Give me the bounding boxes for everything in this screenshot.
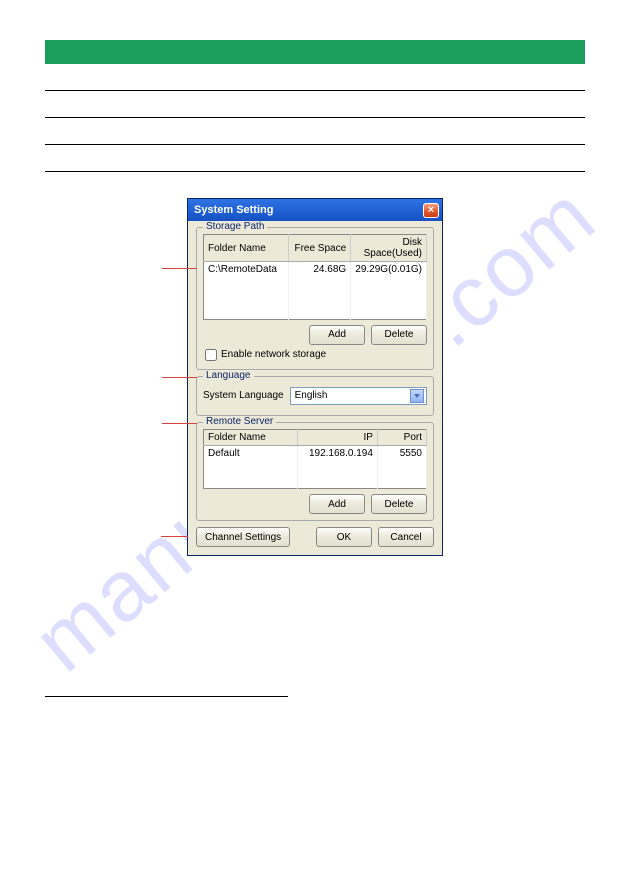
language-group: Language System Language English — [196, 376, 434, 416]
col-port: Port — [377, 429, 426, 445]
table-row[interactable]: Default 192.168.0.194 5550 — [204, 445, 427, 461]
header-green-bar — [45, 40, 585, 64]
divider — [45, 171, 585, 172]
remote-buttons: Add Delete — [203, 494, 427, 514]
cell-ip: 192.168.0.194 — [297, 445, 377, 461]
col-folder-name: Folder Name — [204, 235, 289, 262]
callout-line — [161, 536, 188, 537]
remote-server-legend: Remote Server — [203, 416, 276, 427]
table-row — [204, 461, 427, 475]
dialog-bottom-row: Channel Settings OK Cancel — [196, 527, 434, 547]
dialog-title: System Setting — [194, 204, 273, 216]
channel-settings-button[interactable]: Channel Settings — [196, 527, 290, 547]
cancel-button[interactable]: Cancel — [378, 527, 434, 547]
cell-free-space: 24.68G — [288, 262, 350, 278]
table-row[interactable]: C:\RemoteData 24.68G 29.29G(0.01G) — [204, 262, 427, 278]
language-row: System Language English — [203, 385, 427, 407]
screenshot-figure: System Setting × Storage Path Folder Nam… — [45, 198, 585, 556]
storage-path-group: Storage Path Folder Name Free Space Disk… — [196, 227, 434, 370]
remote-server-group: Remote Server Folder Name IP Port Defaul… — [196, 422, 434, 522]
table-row — [204, 291, 427, 305]
callout-line — [162, 377, 197, 378]
table-row — [204, 305, 427, 319]
callout-line — [162, 423, 197, 424]
ok-cancel-group: OK Cancel — [316, 527, 434, 547]
divider — [45, 144, 585, 145]
table-row — [204, 277, 427, 291]
enable-network-storage-checkbox[interactable] — [205, 349, 217, 361]
footer-rule — [45, 696, 288, 697]
col-disk-space: Disk Space(Used) — [351, 235, 427, 262]
close-icon[interactable]: × — [423, 203, 439, 218]
language-legend: Language — [203, 370, 254, 381]
enable-network-storage-label: Enable network storage — [221, 349, 326, 360]
dialog-body: Storage Path Folder Name Free Space Disk… — [188, 221, 442, 555]
delete-button[interactable]: Delete — [371, 325, 427, 345]
remote-server-table: Folder Name IP Port Default 192.168.0.19… — [203, 429, 427, 490]
system-setting-dialog: System Setting × Storage Path Folder Nam… — [187, 198, 443, 556]
divider — [45, 90, 585, 91]
enable-network-storage-row: Enable network storage — [205, 349, 427, 361]
cell-port: 5550 — [377, 445, 426, 461]
col-folder-name: Folder Name — [204, 429, 298, 445]
cell-folder-name: C:\RemoteData — [204, 262, 289, 278]
ok-button[interactable]: OK — [316, 527, 372, 547]
col-free-space: Free Space — [288, 235, 350, 262]
storage-table: Folder Name Free Space Disk Space(Used) … — [203, 234, 427, 320]
system-language-value: English — [295, 390, 328, 401]
table-row — [204, 475, 427, 489]
divider — [45, 117, 585, 118]
system-language-label: System Language — [203, 390, 284, 401]
chevron-down-icon — [410, 389, 424, 403]
system-language-select[interactable]: English — [290, 387, 427, 405]
storage-path-legend: Storage Path — [203, 221, 267, 232]
col-ip: IP — [297, 429, 377, 445]
add-button[interactable]: Add — [309, 325, 365, 345]
table-header-row: Folder Name IP Port — [204, 429, 427, 445]
document-page: System Setting × Storage Path Folder Nam… — [0, 0, 630, 737]
cell-server-name: Default — [204, 445, 298, 461]
delete-button[interactable]: Delete — [371, 494, 427, 514]
dialog-titlebar: System Setting × — [188, 199, 442, 221]
table-header-row: Folder Name Free Space Disk Space(Used) — [204, 235, 427, 262]
callout-line — [162, 268, 197, 269]
cell-disk-space: 29.29G(0.01G) — [351, 262, 427, 278]
add-button[interactable]: Add — [309, 494, 365, 514]
storage-buttons: Add Delete — [203, 325, 427, 345]
